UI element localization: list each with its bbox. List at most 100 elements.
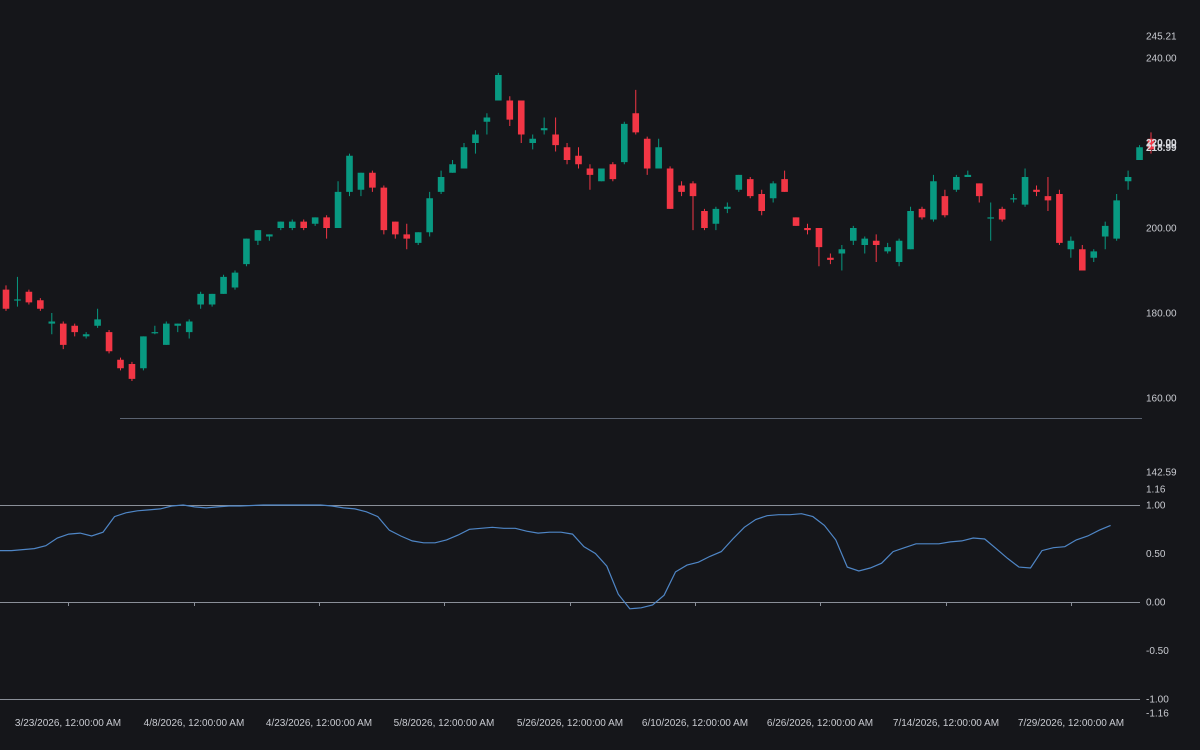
candle	[827, 253, 834, 265]
candle-body	[460, 147, 468, 169]
candle-body	[403, 234, 411, 239]
candle	[220, 274, 227, 294]
candle	[311, 217, 319, 226]
candle-body	[804, 228, 811, 231]
candle-body	[1021, 177, 1029, 205]
candle-body	[369, 172, 376, 188]
candle-body	[712, 208, 720, 224]
candle	[48, 313, 56, 335]
candle-body	[930, 181, 937, 220]
candle	[918, 206, 926, 220]
candle	[735, 174, 743, 192]
candle-body	[941, 196, 949, 216]
candle	[1056, 189, 1063, 245]
candle	[506, 96, 514, 126]
candle-body	[163, 323, 170, 345]
candle-body	[277, 221, 285, 228]
candle-body	[586, 168, 594, 175]
candle	[689, 181, 697, 231]
candle-body	[151, 332, 159, 334]
last-price-label-secondary: 218.99	[1146, 143, 1177, 154]
candle	[437, 170, 445, 194]
price-axis-tick-label: 142.59	[1146, 468, 1177, 479]
candle	[288, 219, 296, 231]
candle-body	[25, 291, 33, 303]
candle-body	[495, 75, 502, 101]
candle-body	[266, 234, 273, 237]
candle	[197, 291, 204, 309]
candle	[254, 230, 262, 245]
candle	[781, 170, 788, 192]
candle-body	[483, 117, 491, 122]
candle-body	[82, 334, 90, 337]
candle	[998, 206, 1006, 222]
candle-body	[621, 123, 628, 163]
candle-body	[472, 134, 479, 143]
oscillator-axis-tick-label: 0.50	[1146, 549, 1166, 560]
candle-body	[380, 187, 388, 231]
candle	[701, 208, 708, 231]
candle	[300, 219, 307, 231]
candle-body	[758, 194, 765, 211]
candle-body	[449, 164, 456, 173]
time-axis-tick-label: 6/26/2026, 12:00:00 AM	[767, 718, 873, 729]
candle-body	[334, 191, 342, 228]
candle	[872, 234, 880, 262]
candle-body	[746, 179, 754, 197]
candle	[1079, 245, 1086, 271]
candle-body	[632, 113, 640, 133]
candle	[529, 134, 536, 150]
candle-body	[323, 217, 330, 228]
candle-body	[94, 319, 101, 326]
candle-body	[426, 198, 433, 233]
candle	[380, 185, 388, 235]
candle	[941, 189, 949, 218]
candle-body	[975, 183, 983, 197]
candle-body	[254, 230, 262, 241]
candle	[907, 206, 914, 250]
candle-body	[655, 147, 662, 169]
candle-body	[872, 240, 880, 245]
candle	[758, 189, 765, 216]
candle	[449, 160, 456, 173]
candle-body	[185, 321, 193, 333]
candle-body	[678, 185, 685, 192]
candle-body	[128, 364, 136, 379]
candle-body	[735, 174, 743, 190]
candle	[850, 225, 857, 245]
candle	[815, 228, 823, 267]
candle-body	[105, 332, 113, 352]
candle-body	[724, 206, 731, 209]
candle-body	[517, 100, 525, 135]
candle	[460, 143, 468, 169]
candle-body	[48, 321, 56, 324]
candle	[586, 164, 594, 190]
candle	[769, 181, 777, 203]
candle-body	[37, 300, 44, 309]
candle	[575, 147, 582, 169]
candle-body	[437, 177, 445, 192]
candle	[151, 325, 159, 335]
candle-body	[59, 323, 67, 345]
candle-body	[884, 247, 891, 252]
candle-body	[769, 183, 777, 199]
candle	[712, 206, 720, 231]
oscillator-axis-tick-label: 1.16	[1146, 485, 1166, 496]
candle-body	[2, 289, 10, 309]
candle	[552, 117, 559, 152]
candle-body	[1090, 251, 1098, 258]
candle	[334, 181, 342, 228]
candle	[953, 174, 960, 192]
candle-body	[1113, 200, 1120, 239]
candle	[483, 113, 491, 135]
price-axis-tick-label: 180.00	[1146, 309, 1177, 320]
candle	[1113, 194, 1120, 241]
time-axis-tick-label: 4/8/2026, 12:00:00 AM	[144, 718, 245, 729]
candle-body	[666, 168, 674, 209]
candle-body	[529, 138, 536, 143]
candle-body	[598, 168, 605, 182]
candle-body	[953, 177, 960, 190]
candle-body	[220, 276, 227, 294]
candle-body	[1056, 194, 1063, 243]
candle-body	[838, 249, 846, 254]
